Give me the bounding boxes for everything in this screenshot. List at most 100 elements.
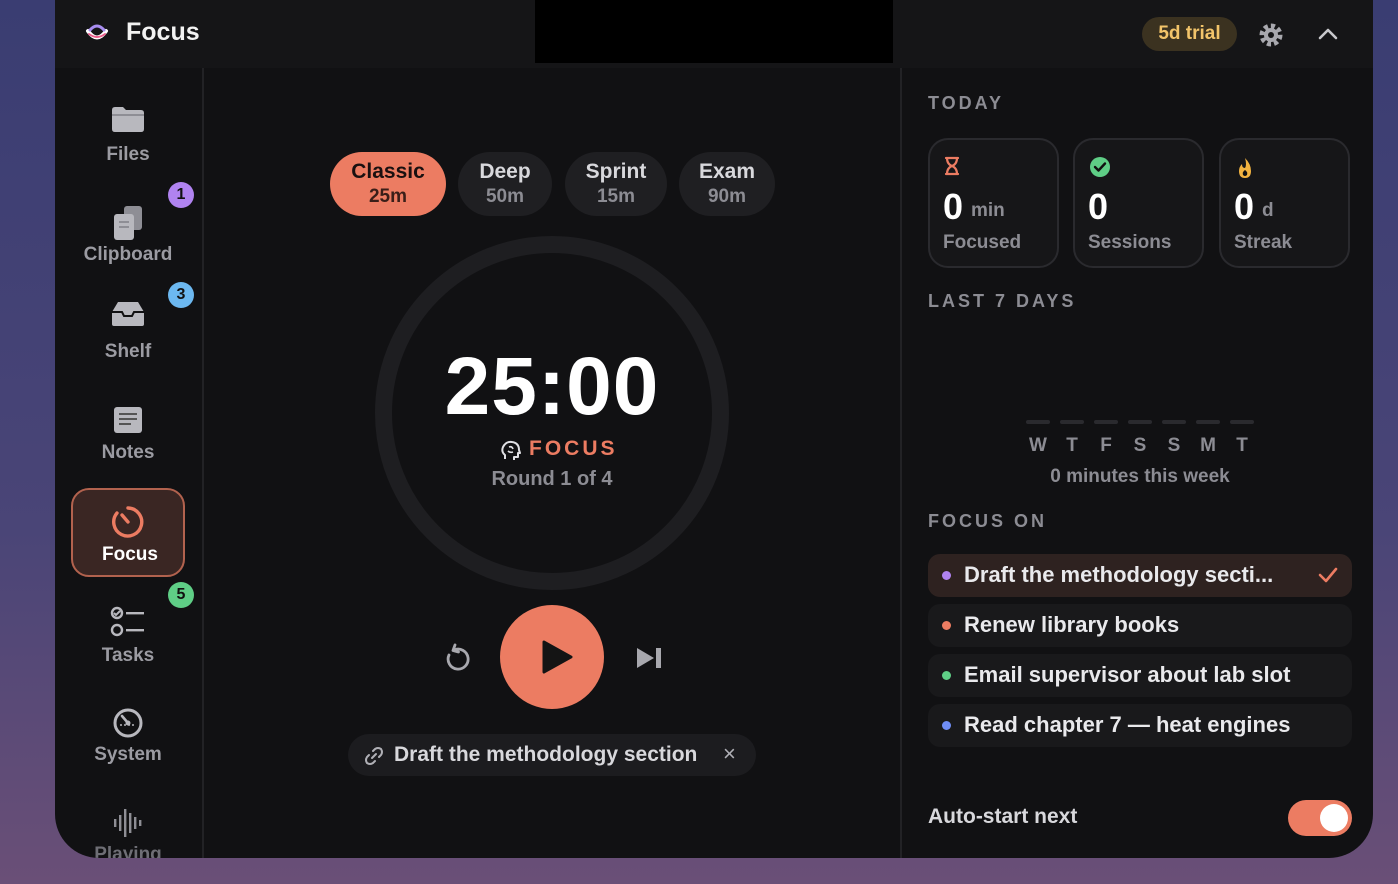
sidebar-item-clipboard[interactable]: Clipboard <box>71 188 185 277</box>
gear-icon[interactable] <box>1257 21 1285 49</box>
stat-focused: 0 min Focused <box>928 138 1059 268</box>
folder-icon <box>112 107 144 132</box>
sidebar-item-label: Clipboard <box>83 244 173 265</box>
day-bar <box>1196 420 1220 424</box>
stat-sessions: 0 Sessions <box>1073 138 1204 268</box>
sidebar-item-notes[interactable]: Notes <box>71 388 185 477</box>
sidebar-item-label: Files <box>106 144 150 165</box>
sidebar-item-label: Playing <box>94 844 162 858</box>
timer-display: 25:00 <box>444 341 660 432</box>
task-title: Renew library books <box>964 612 1180 637</box>
day-bar <box>1128 420 1152 424</box>
app-logo-icon <box>86 24 108 40</box>
task-item[interactable]: Read chapter 7 — heat engines <box>928 704 1352 747</box>
day-label: S <box>1167 435 1181 456</box>
round-counter: Round 1 of 4 <box>491 468 613 490</box>
day-label: S <box>1133 435 1147 456</box>
task-color-dot <box>942 671 951 680</box>
streak-label: Streak <box>1234 232 1293 253</box>
task-title: Draft the methodology secti... <box>964 562 1274 587</box>
auto-start-toggle[interactable] <box>1288 800 1352 836</box>
sidebar-item-label: Shelf <box>104 341 152 362</box>
timer-icon <box>112 506 144 538</box>
sidebar-item-label: Notes <box>101 442 155 463</box>
focus-on-heading: FOCUS ON <box>928 511 1048 531</box>
sidebar-item-label: Focus <box>102 544 158 565</box>
linked-task-chip[interactable]: Draft the methodology section × <box>348 734 756 776</box>
chevron-up-icon[interactable] <box>1317 24 1339 44</box>
tasks-count-badge: 5 <box>168 582 194 608</box>
toggle-knob <box>1320 804 1348 832</box>
sidebar-item-files[interactable]: Files <box>71 88 185 177</box>
task-item[interactable]: Draft the methodology secti... <box>928 554 1352 597</box>
linked-task-title: Draft the methodology section <box>394 743 698 766</box>
checkmark-icon <box>1318 567 1338 583</box>
focused-value: 0 <box>943 186 964 227</box>
clipboard-icon <box>114 206 142 240</box>
stats-panel: TODAY 0 min Focused 0 Sessions 0 d Strea… <box>900 68 1373 858</box>
title-bar: Focus 5d trial <box>55 0 1373 68</box>
day-bar <box>1230 420 1254 424</box>
task-color-dot <box>942 571 951 580</box>
sidebar-item-label: System <box>94 744 162 765</box>
play-icon <box>542 640 573 674</box>
auto-start-label: Auto-start next <box>928 805 1078 828</box>
waveform-icon <box>114 809 142 837</box>
sidebar-item-focus[interactable]: Focus <box>71 488 185 577</box>
sessions-label: Sessions <box>1088 232 1172 253</box>
stat-streak: 0 d Streak <box>1219 138 1350 268</box>
check-circle-icon <box>1090 157 1110 177</box>
day-bar <box>1094 420 1118 424</box>
app-title: Focus <box>126 18 200 46</box>
task-item[interactable]: Renew library books <box>928 604 1352 647</box>
focused-label: Focused <box>943 232 1022 253</box>
day-label: T <box>1066 435 1078 456</box>
day-label: M <box>1200 435 1216 456</box>
sidebar: Files Clipboard 1 Shelf 3 Notes Focus Ta… <box>55 68 204 858</box>
play-button[interactable] <box>500 605 604 709</box>
day-label: W <box>1029 435 1047 456</box>
shelf-count-badge: 3 <box>168 282 194 308</box>
tray-icon <box>112 302 144 326</box>
sessions-value: 0 <box>1088 186 1109 227</box>
mode-label: FOCUS <box>529 437 618 460</box>
today-heading: TODAY <box>928 93 1005 113</box>
app-window: Focus 5d trial Files Clipboard 1 Shelf 3… <box>55 0 1373 858</box>
task-color-dot <box>942 621 951 630</box>
preset-sprint[interactable]: Sprint 15m <box>565 152 667 216</box>
task-color-dot <box>942 721 951 730</box>
gauge-icon <box>113 708 143 738</box>
streak-value: 0 <box>1234 186 1255 227</box>
clipboard-count-badge: 1 <box>168 182 194 208</box>
sidebar-item-system[interactable]: System <box>71 690 185 779</box>
streak-unit: d <box>1262 200 1274 221</box>
sidebar-item-playing[interactable]: Playing <box>71 790 185 858</box>
link-icon <box>365 747 383 765</box>
preset-deep[interactable]: Deep 50m <box>458 152 552 216</box>
notes-icon <box>114 407 142 433</box>
task-item[interactable]: Email supervisor about lab slot <box>928 654 1352 697</box>
task-title: Read chapter 7 — heat engines <box>964 712 1291 737</box>
preset-classic[interactable]: Classic 25m <box>330 152 446 216</box>
remove-link-button[interactable]: × <box>723 741 736 767</box>
focused-unit: min <box>971 200 1005 221</box>
timer-panel: Classic 25m Deep 50m Sprint 15m Exam 90m… <box>204 68 900 858</box>
hourglass-icon <box>944 156 960 176</box>
sidebar-item-label: Tasks <box>101 645 155 666</box>
reset-icon[interactable] <box>442 643 470 673</box>
sidebar-item-tasks[interactable]: Tasks <box>71 589 185 678</box>
flame-icon <box>1239 158 1251 178</box>
trial-badge[interactable]: 5d trial <box>1142 17 1237 51</box>
day-label: T <box>1236 435 1248 456</box>
last-7-days-heading: LAST 7 DAYS <box>928 291 1077 311</box>
day-label: F <box>1100 435 1112 456</box>
preset-exam[interactable]: Exam 90m <box>679 152 775 216</box>
day-bar <box>1060 420 1084 424</box>
week-summary: 0 minutes this week <box>1050 466 1230 487</box>
task-title: Email supervisor about lab slot <box>964 662 1291 687</box>
brain-icon <box>501 440 521 460</box>
checklist-icon <box>110 606 144 637</box>
day-bar <box>1026 420 1050 424</box>
skip-forward-icon[interactable] <box>635 646 663 670</box>
camera-notch <box>535 0 893 63</box>
